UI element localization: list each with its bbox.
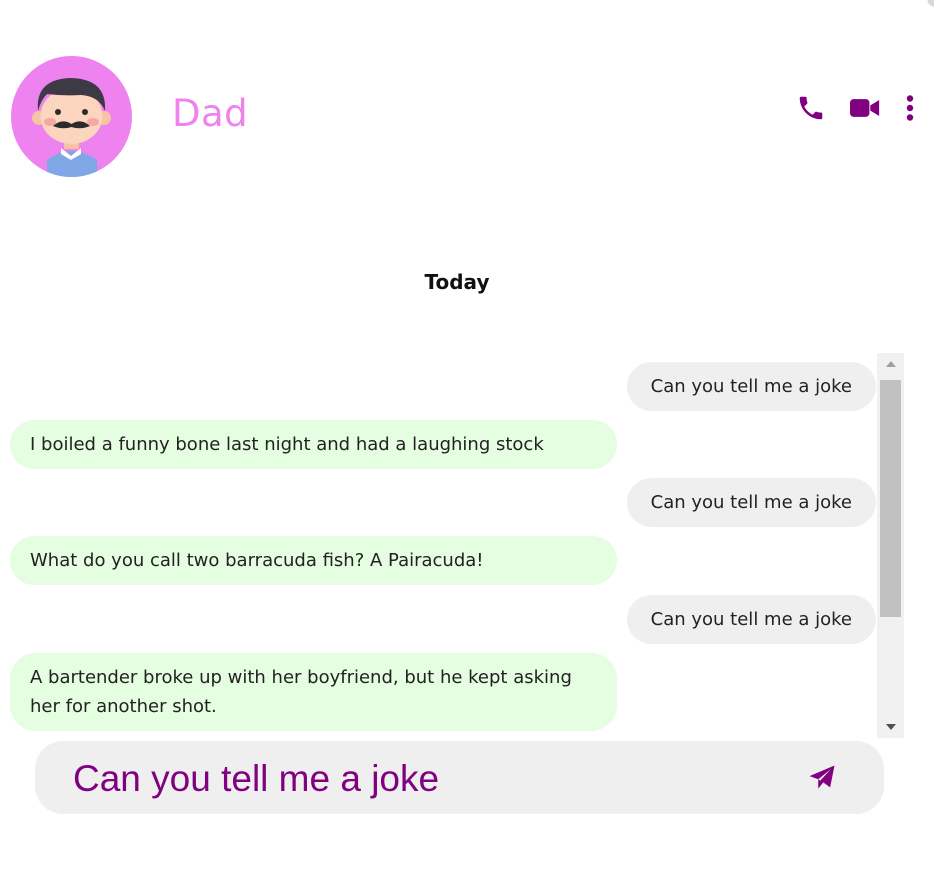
triangle-up-icon (885, 361, 896, 367)
message-sent: Can you tell me a joke (626, 595, 876, 644)
phone-icon (799, 96, 823, 120)
more-options-button[interactable] (904, 92, 916, 124)
scroll-down-button[interactable] (877, 716, 904, 738)
window-corner (920, 0, 934, 14)
scrollbar-thumb[interactable] (880, 380, 901, 617)
message-sent: Can you tell me a joke (626, 478, 876, 527)
video-call-button[interactable] (850, 92, 880, 124)
call-button[interactable] (796, 92, 826, 124)
message-received: What do you call two barracuda fish? A P… (10, 536, 617, 585)
video-camera-icon (850, 99, 880, 117)
message-received: A bartender broke up with her boyfriend,… (10, 653, 617, 731)
message-list[interactable]: Can you tell me a joke I boiled a funny … (10, 353, 876, 738)
message-input[interactable] (71, 749, 775, 809)
more-options-icon (906, 95, 914, 121)
date-separator: Today (424, 270, 490, 294)
triangle-down-icon (885, 724, 896, 730)
contact-name: Dad (172, 92, 249, 135)
dad-avatar-icon (32, 78, 111, 177)
message-sent: Can you tell me a joke (626, 362, 876, 411)
send-icon (809, 765, 835, 789)
send-button[interactable] (805, 761, 839, 795)
header-actions (796, 92, 916, 124)
scroll-up-button[interactable] (877, 353, 904, 375)
message-received: I boiled a funny bone last night and had… (10, 420, 617, 469)
message-composer (35, 741, 884, 814)
message-scrollbar[interactable] (877, 353, 904, 738)
contact-avatar[interactable] (11, 56, 132, 177)
